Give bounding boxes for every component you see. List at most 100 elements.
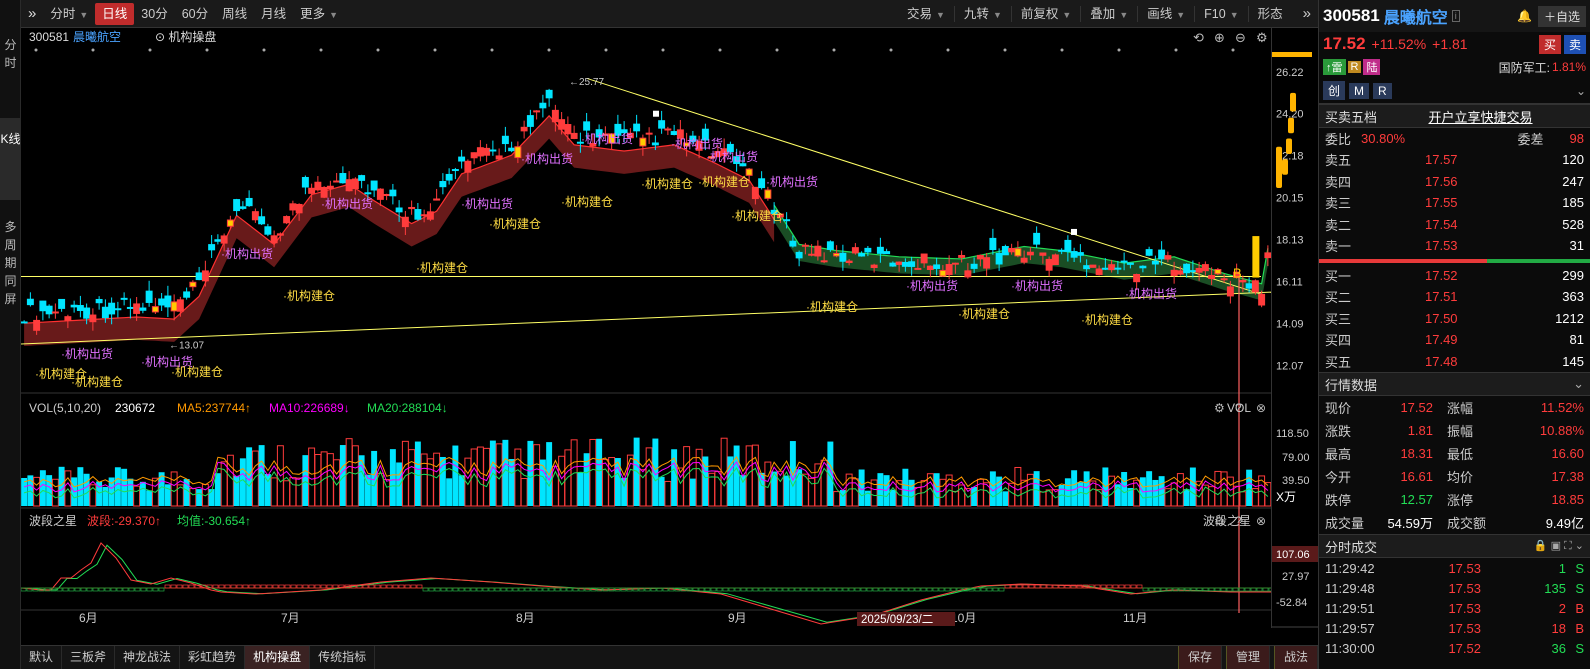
- tab-more[interactable]: 更多 ▼: [293, 3, 345, 25]
- ann-buy-label: ·机构建仓: [283, 288, 335, 303]
- tab-shenlong[interactable]: 神龙战法: [115, 646, 181, 669]
- vol-bar: [351, 445, 359, 507]
- vol-bar: [951, 490, 959, 507]
- expand-icon[interactable]: »: [21, 3, 43, 25]
- ann-buy-label: ·机构建仓: [1081, 312, 1133, 327]
- overlay-button[interactable]: 叠加 ▼: [1083, 3, 1135, 25]
- add-watchlist-button[interactable]: ＋自选: [1537, 5, 1586, 27]
- trendline-handle: [1071, 228, 1077, 235]
- bid-row[interactable]: 买一 17.52 299: [1319, 265, 1590, 287]
- vol-bar: [727, 456, 734, 506]
- f10-button[interactable]: F10 ▼: [1197, 3, 1245, 25]
- bell-icon[interactable]: 🔔: [1517, 9, 1532, 23]
- sector-pct: 1.81%: [1551, 60, 1586, 74]
- vol-bar: [1033, 471, 1040, 506]
- save-button[interactable]: 保存: [1177, 646, 1222, 669]
- candle-body: [1126, 262, 1134, 265]
- bid-row[interactable]: 买四 17.49 81: [1319, 329, 1590, 351]
- manage-button[interactable]: 管理: [1225, 646, 1270, 669]
- sell-button[interactable]: 卖: [1563, 34, 1586, 54]
- strategy-button[interactable]: 战法: [1273, 646, 1318, 669]
- ann-buy-label: ·机构建仓: [641, 176, 693, 191]
- tab-30min[interactable]: 30分: [134, 3, 174, 25]
- candle-body: [1170, 269, 1178, 276]
- jiuzhuan-button[interactable]: 九转 ▼: [957, 3, 1009, 25]
- ask-row[interactable]: 卖三 17.55 185: [1319, 192, 1590, 214]
- vol-bar: [83, 473, 90, 506]
- fuquan-button[interactable]: 前复权 ▼: [1014, 3, 1078, 25]
- chevron-down-icon[interactable]: ⌄: [1576, 84, 1586, 98]
- tab-default[interactable]: 默认: [21, 646, 63, 669]
- board-r[interactable]: R: [1373, 82, 1392, 99]
- rail-fenshi[interactable]: 分时: [0, 0, 21, 78]
- x-tick-label: 6月: [79, 611, 98, 625]
- candle-body: [195, 272, 203, 281]
- board-chuang[interactable]: 创: [1323, 81, 1346, 100]
- candle-body: [1076, 252, 1084, 256]
- candle-body: [308, 187, 316, 194]
- ask-row[interactable]: 卖二 17.54 528: [1319, 214, 1590, 236]
- marker-dot: [34, 48, 38, 52]
- ann-sell-label: ·机构出货: [1125, 286, 1177, 301]
- bid-row[interactable]: 买二 17.51 363: [1319, 286, 1590, 308]
- tick-row: 11:29:42 17.53 1 S: [1325, 560, 1584, 576]
- tag-lu[interactable]: 陆: [1363, 59, 1381, 75]
- ask-row[interactable]: 卖一 17.53 31: [1319, 235, 1590, 257]
- kline-svg[interactable]: 300581 晨曦航空 ⊙ 机构操盘←25.77←13.07B·机构出货·机构出货·…: [20, 28, 1309, 628]
- draw-button[interactable]: 画线 ▼: [1140, 3, 1192, 25]
- ask-level: 卖一: [1325, 239, 1352, 255]
- vol-bar: [902, 468, 909, 506]
- tab-traditional[interactable]: 传统指标: [310, 646, 376, 669]
- tab-rainbow[interactable]: 彩虹趋势: [180, 646, 246, 669]
- tab-60min[interactable]: 60分: [175, 3, 215, 25]
- collapse-icon[interactable]: »: [1296, 3, 1318, 25]
- tab-fenshi[interactable]: 分时 ▼: [43, 3, 95, 25]
- stock-name[interactable]: 晨曦航空: [1384, 4, 1448, 28]
- ask-row[interactable]: 卖五 17.57 120: [1319, 149, 1590, 171]
- tab-sanbanfu[interactable]: 三板斧: [62, 646, 116, 669]
- ask-volume: 247: [1562, 173, 1584, 189]
- left-rail: 分时 K线 多周期同屏: [0, 0, 21, 669]
- wave-tool-icon: ?: [1235, 514, 1242, 528]
- ann-sell-label: ·机构出货: [461, 196, 513, 211]
- candle-body: [539, 102, 547, 109]
- candle-body: [289, 203, 297, 211]
- bid-volume: 1212: [1555, 310, 1584, 326]
- candle-body: [926, 265, 934, 271]
- window-icons[interactable]: 🔒 ▣ ⛶ ⌄: [1534, 539, 1584, 553]
- tab-weekly[interactable]: 周线: [215, 3, 254, 25]
- app: 分时 K线 多周期同屏 » 分时 ▼ 日线 30分 60分 周线 月线 更多 ▼ 交…: [0, 0, 1590, 669]
- ask-row[interactable]: 卖四 17.56 247: [1319, 171, 1590, 193]
- info-icon[interactable]: i: [1451, 10, 1460, 22]
- candle-body: [189, 281, 197, 288]
- bid-row[interactable]: 买五 17.48 145: [1319, 351, 1590, 373]
- bid-row[interactable]: 买三 17.50 1212: [1319, 308, 1590, 330]
- candle-body: [183, 291, 191, 298]
- chart-area[interactable]: 300581 晨曦航空 ⊙ 机构操盘 ←25.77 ←13.07 B ·机构出货 ·机构出货 ·…: [20, 28, 1309, 628]
- candle-body: [483, 147, 491, 156]
- open-account-link[interactable]: 开户立享快捷交易: [1429, 107, 1533, 126]
- candle-body: [376, 188, 384, 200]
- sector-name[interactable]: 国防军工:: [1499, 59, 1550, 76]
- vol-bar: [270, 477, 278, 507]
- trade-button[interactable]: 交易 ▼: [900, 3, 952, 25]
- rail-multi[interactable]: 多周期同屏: [0, 208, 21, 318]
- tab-monthly[interactable]: 月线: [254, 3, 293, 25]
- pattern-button[interactable]: 形态: [1251, 3, 1290, 25]
- chevron-down-icon[interactable]: ⌄: [1573, 376, 1584, 392]
- chart-tool-icon: ⟲: [1193, 30, 1204, 45]
- high-label: ←25.77: [569, 77, 604, 88]
- tab-daily[interactable]: 日线: [95, 2, 135, 25]
- marker-dot: [775, 48, 779, 52]
- bid-price: 17.49: [1425, 332, 1458, 348]
- vol-bar: [33, 476, 41, 507]
- board-m[interactable]: M: [1349, 82, 1370, 99]
- candle-body: [795, 251, 803, 259]
- candle-body: [201, 270, 209, 282]
- tag-lei[interactable]: ↑雷: [1323, 59, 1346, 75]
- buy-button[interactable]: 买: [1538, 34, 1561, 54]
- tab-jigou[interactable]: 机构操盘: [245, 646, 311, 669]
- tag-r[interactable]: R: [1347, 61, 1362, 73]
- vol-bar: [1158, 476, 1165, 506]
- rail-kline[interactable]: K线: [0, 118, 21, 200]
